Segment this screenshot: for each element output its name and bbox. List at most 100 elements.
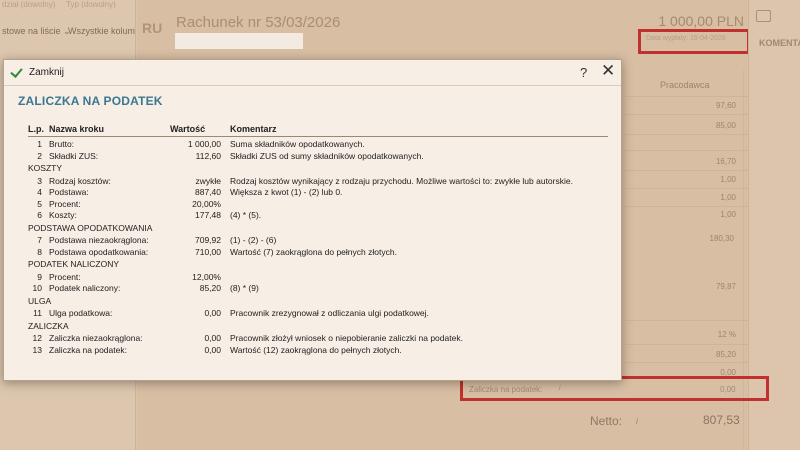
row-divider — [625, 170, 748, 171]
comments-label[interactable]: KOMENTARZE — [759, 38, 800, 48]
help-icon[interactable]: ? — [580, 65, 587, 80]
row-value: 710,00 — [195, 246, 221, 257]
row-divider — [625, 134, 748, 135]
row-lp: 8 — [37, 246, 42, 257]
row-divider — [625, 362, 748, 363]
column-header-pracodawca: Pracodawca — [660, 80, 710, 90]
value-cell: 16,70 — [715, 157, 736, 166]
row-lp: 9 — [37, 271, 42, 282]
row-comment: (1) - (2) - (6) — [230, 235, 277, 245]
row-comment: Wartość (7) zaokrąglona do pełnych złoty… — [230, 246, 397, 257]
row-comment: Pracownik zrezygnował z odliczania ulgi … — [230, 308, 429, 318]
row-name: Procent: — [49, 271, 81, 282]
invoice-amount: 1 000,00 PLN — [658, 13, 744, 29]
close-button[interactable]: Zamknij — [10, 66, 64, 79]
filter-dzial[interactable]: dział (dowolny) — [2, 0, 55, 9]
filter-typ[interactable]: Typ (dowolny) — [66, 0, 116, 9]
section-heading: PODATEK NALICZONY — [28, 259, 119, 269]
row-divider — [625, 206, 748, 207]
row-lp: 5 — [37, 198, 42, 209]
netto-value: 807,53 — [703, 413, 740, 427]
table-row: 2 Składki ZUS: 112,60 Składki ZUS od sumy s… — [4, 151, 621, 162]
table-row: 7 Podstawa niezaokrąglona: 709,92 (1) - (2)… — [4, 235, 621, 246]
row-lp: 1 — [37, 139, 42, 149]
row-value: 112,60 — [195, 150, 221, 161]
row-name: Podstawa opodatkowania: — [49, 246, 149, 257]
row-divider — [625, 96, 748, 97]
row-value: 709,92 — [195, 235, 221, 245]
header-divider — [28, 136, 608, 137]
row-value: 887,40 — [195, 187, 221, 197]
row-value: 177,48 — [195, 210, 221, 220]
row-value: 1 000,00 — [187, 139, 221, 149]
row-divider — [625, 344, 748, 345]
filter-lista[interactable]: stowe na liście ⌄ — [2, 26, 71, 37]
row-name: Zaliczka niezaokrąglona: — [49, 333, 143, 343]
table-row: 13 Zaliczka na podatek: 0,00 Wartość (12) z… — [4, 345, 621, 356]
row-divider — [625, 320, 748, 321]
row-name: Ulga podatkowa: — [49, 308, 113, 318]
comment-icon[interactable] — [756, 10, 771, 22]
row-name: Podatek naliczony: — [49, 283, 121, 293]
row-lp: 7 — [37, 235, 42, 245]
value-cell: 85,00 — [715, 121, 736, 130]
row-lp: 4 — [37, 187, 42, 197]
table-row: 11 Ulga podatkowa: 0,00 Pracownik zrezygnow… — [4, 308, 621, 319]
table-row: 5 Procent: 20,00% — [4, 199, 621, 210]
table-row: 9 Procent: 12,00% — [4, 272, 621, 283]
filter-kolumny[interactable]: Wszystkie kolum — [68, 26, 135, 36]
value-cell: 12 % — [717, 330, 736, 339]
value-cell: 1,00 — [720, 193, 736, 202]
header-value: Wartość — [170, 124, 206, 134]
value-cell: 79,87 — [715, 282, 736, 291]
row-lp: 11 — [33, 308, 42, 318]
tax-advance-dialog: Zamknij ? ✕ ZALICZKA NA PODATEK L.p. Naz… — [3, 59, 622, 381]
row-comment: (4) * (5). — [230, 210, 262, 220]
row-name: Podstawa: — [49, 187, 89, 197]
row-lp: 2 — [37, 150, 42, 161]
section-heading: ZALICZKA — [28, 320, 69, 331]
invoice-code: RU — [142, 20, 163, 36]
row-value: 20,00% — [192, 198, 221, 209]
row-comment: Wartość (12) zaokrąglona do pełnych złot… — [230, 344, 402, 355]
table-row: 1 Brutto: 1 000,00 Suma składników opodatko… — [4, 139, 621, 150]
row-name: Rodzaj kosztów: — [49, 175, 111, 186]
close-icon[interactable]: ✕ — [601, 62, 615, 80]
value-cell: 1,00 — [720, 175, 736, 184]
table-row: 3 Rodzaj kosztów: zwykłe Rodzaj kosztów wyn… — [4, 176, 621, 187]
header-comment: Komentarz — [230, 124, 277, 134]
row-divider — [625, 114, 748, 115]
row-value: 0,00 — [204, 333, 221, 343]
section-heading: KOSZTY — [28, 163, 63, 173]
info-icon[interactable]: i — [636, 416, 638, 426]
value-cell: 85,20 — [715, 350, 736, 359]
section-heading: PODSTAWA OPODATKOWANIA — [28, 222, 153, 233]
value-cell: 97,60 — [715, 101, 736, 110]
row-value: 0,00 — [204, 344, 221, 355]
netto-label: Netto: — [590, 414, 623, 428]
close-button-label: Zamknij — [29, 67, 65, 78]
value-cell: 180,30 — [709, 234, 734, 243]
row-comment: Większa z kwot (1) - (2) lub 0. — [230, 187, 343, 197]
row-name: Zaliczka na podatek: — [49, 344, 127, 355]
row-name: Brutto: — [49, 139, 75, 149]
row-comment: Składki ZUS od sumy składników opodatkow… — [230, 150, 424, 161]
table-row: 12 Zaliczka niezaokrąglona: 0,00 Pracownik … — [4, 333, 621, 344]
header-name: Nazwa kroku — [49, 124, 105, 134]
row-comment: Suma składników opodatkowanych. — [230, 139, 365, 149]
row-divider — [625, 188, 748, 189]
checkmark-icon — [10, 66, 23, 79]
row-value: 85,20 — [199, 283, 221, 293]
row-value: 12,00% — [192, 271, 221, 282]
row-lp: 10 — [32, 283, 42, 293]
table-row: 10 Podatek naliczony: 85,20 (8) * (9) — [4, 283, 621, 294]
row-lp: 13 — [32, 344, 42, 355]
section-heading: ULGA — [28, 295, 52, 306]
row-comment: Rodzaj kosztów wynikający z rodzaju przy… — [230, 175, 573, 186]
dialog-header: Zamknij ? ✕ — [4, 60, 621, 86]
header-lp: L.p. — [28, 124, 44, 134]
redacted-field — [175, 33, 303, 49]
row-name: Procent: — [49, 198, 81, 209]
row-name: Koszty: — [49, 210, 77, 220]
invoice-title: Rachunek nr 53/03/2026 — [176, 14, 341, 31]
